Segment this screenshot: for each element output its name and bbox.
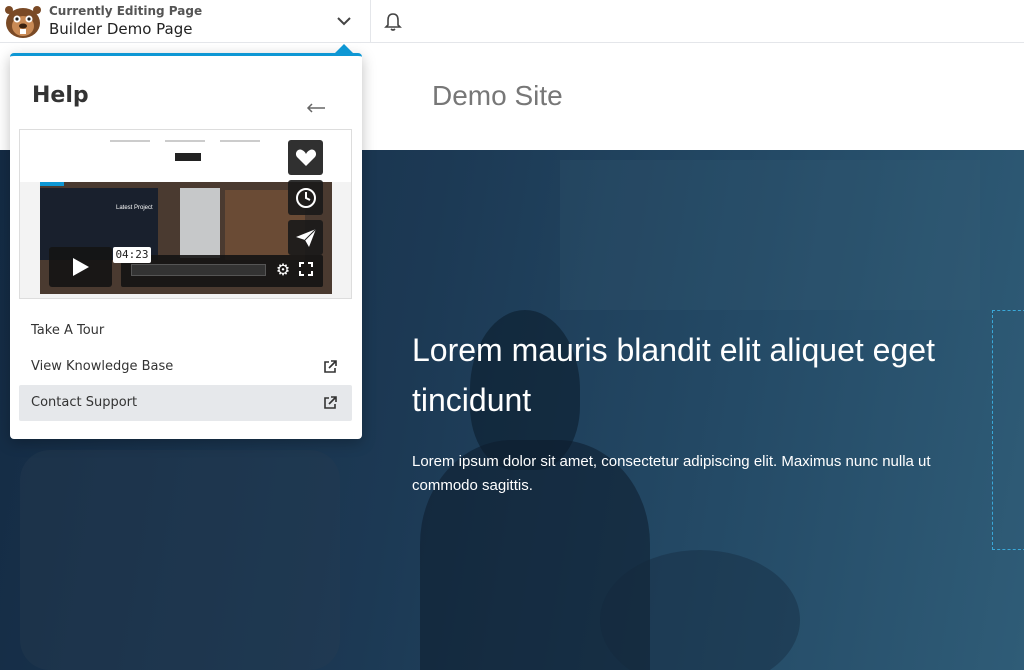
video-preview-card-title: Latest Project [116,205,153,211]
site-title[interactable]: Demo Site [432,80,563,112]
play-icon [72,258,89,276]
chevron-down-icon[interactable] [332,10,356,32]
hero-text[interactable]: Lorem ipsum dolor sit amet, consectetur … [412,450,952,498]
editing-page-title: Builder Demo Page [49,20,193,38]
help-title: Help [32,83,89,108]
help-panel-pointer [335,44,353,53]
clock-icon[interactable] [288,180,323,215]
gear-icon[interactable]: ⚙ [274,262,292,280]
video-controls: ⚙ [121,255,323,287]
hero-background-board [560,160,980,310]
bell-icon[interactable] [381,10,405,34]
menu-item-take-a-tour[interactable]: Take A Tour [19,313,352,349]
menu-item-view-knowledge-base[interactable]: View Knowledge Base [19,349,352,385]
video-preview-tag [40,182,64,186]
help-video[interactable]: Latest Project 04:23 ⚙ [19,129,352,299]
editing-caption: Currently Editing Page [49,4,203,18]
video-preview-button [175,153,201,161]
menu-item-contact-support[interactable]: Contact Support [19,385,352,421]
hero-heading[interactable]: Lorem mauris blandit elit aliquet eget t… [412,325,952,425]
video-preview-line [165,140,205,142]
menu-item-label: Contact Support [31,395,138,410]
heart-icon[interactable] [288,140,323,175]
menu-item-label: Take A Tour [31,323,105,338]
video-preview-line [110,140,150,142]
paper-plane-icon[interactable] [288,220,323,255]
help-panel: Help Latest Project 04:23 ⚙ Take A Tour … [10,53,362,439]
video-preview-window [180,188,220,258]
editing-page-block[interactable]: Currently Editing Page Builder Demo Page [49,4,202,39]
module-outline[interactable] [992,310,1024,550]
external-link-icon [324,396,337,409]
arrow-left-icon[interactable] [306,98,330,118]
menu-item-label: View Knowledge Base [31,359,174,374]
external-link-icon [324,360,337,373]
logo-beaver-icon[interactable] [3,2,43,40]
video-preview-line [220,140,260,142]
top-bar: Currently Editing Page Builder Demo Page [0,0,1024,43]
play-button[interactable] [49,247,112,287]
topbar-divider [370,0,371,42]
video-time: 04:23 [113,247,151,263]
hero-background-shape [20,450,340,670]
video-progress-bar[interactable] [131,264,266,276]
fullscreen-icon[interactable] [299,262,317,280]
